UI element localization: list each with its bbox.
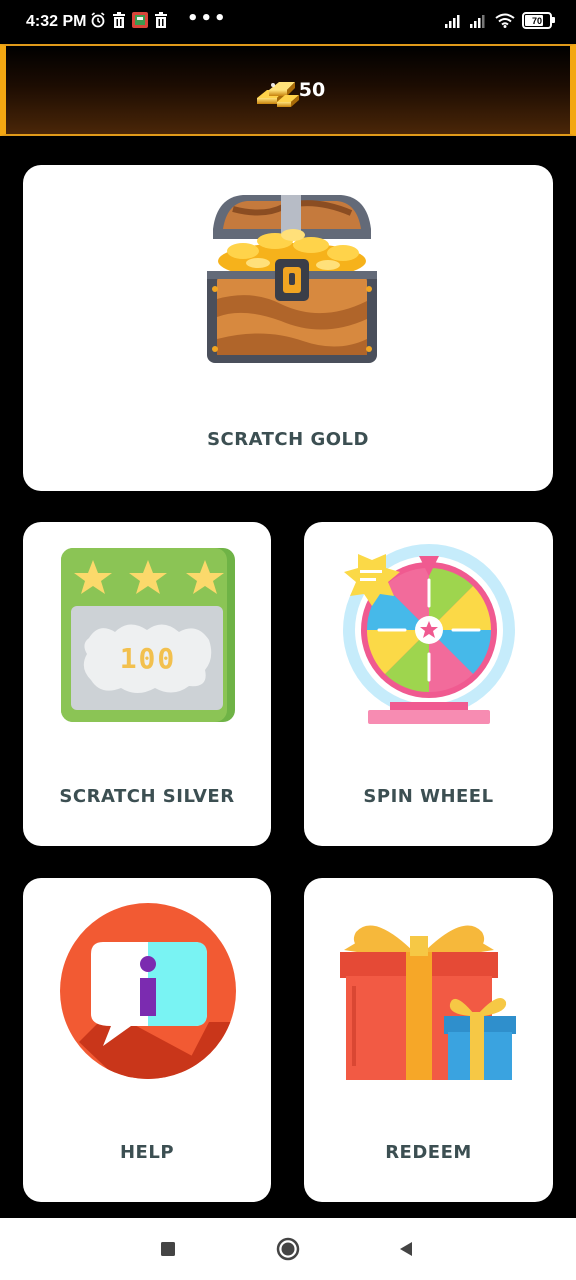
back-button[interactable] <box>376 1218 436 1280</box>
scratch-gold-label: SCRATCH GOLD <box>207 429 369 450</box>
redeem-label: REDEEM <box>385 1142 472 1163</box>
recent-apps-button[interactable] <box>138 1218 198 1280</box>
wifi-icon <box>495 13 515 28</box>
spin-wheel-label: SPIN WHEEL <box>363 786 494 807</box>
status-time: 4:32 PM <box>26 13 87 30</box>
info-chat-icon <box>60 903 236 1079</box>
coin-balance[interactable]: 50 <box>251 70 325 110</box>
status-notification-icons <box>90 12 168 28</box>
home-button[interactable] <box>258 1218 318 1280</box>
status-system-icons: 70 <box>445 12 555 29</box>
back-icon <box>400 1242 412 1256</box>
scratch-gold-card[interactable]: SCRATCH GOLD <box>23 165 553 491</box>
alarm-icon <box>91 12 105 28</box>
scratch-silver-label: SCRATCH SILVER <box>59 786 235 807</box>
recent-apps-icon <box>161 1242 175 1256</box>
gift-box-icon <box>340 925 516 1080</box>
prize-wheel-icon <box>343 544 515 724</box>
battery-level: 70 <box>531 15 542 26</box>
trash-icon <box>113 12 125 28</box>
coin-header: 50 <box>0 44 576 136</box>
help-card[interactable]: HELP <box>23 878 271 1202</box>
gold-bars-icon <box>256 82 299 107</box>
coin-count: 50 <box>298 79 326 101</box>
status-bar: 4:32 PM ••• 70 <box>0 0 576 44</box>
treasure-chest-icon <box>207 195 377 363</box>
signal-icon <box>470 14 485 28</box>
signal-icon <box>445 14 460 28</box>
scratch-card-icon <box>61 548 235 722</box>
scratch-silver-card[interactable]: 100 SCRATCH SILVER <box>23 522 271 846</box>
home-icon <box>276 1237 300 1261</box>
app-notification-icon <box>132 12 148 28</box>
scratch-ticket-value: 100 <box>119 642 177 675</box>
redeem-card[interactable]: REDEEM <box>304 878 553 1202</box>
battery-icon: 70 <box>522 12 555 29</box>
system-nav-bar <box>0 1218 576 1280</box>
trash-icon <box>155 12 167 28</box>
help-label: HELP <box>119 1142 175 1163</box>
spin-wheel-card[interactable]: SPIN WHEEL <box>304 522 553 846</box>
status-overflow-dots: ••• <box>187 8 228 29</box>
